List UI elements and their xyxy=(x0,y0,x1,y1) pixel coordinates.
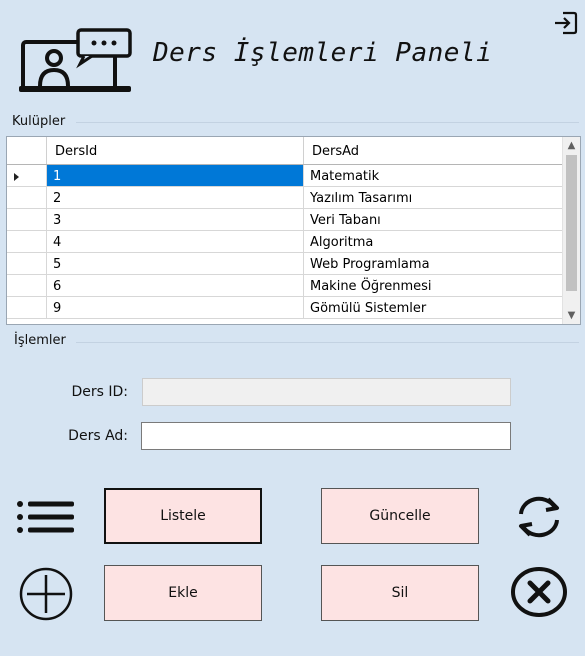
cell-dersad[interactable]: Matematik xyxy=(304,165,563,187)
ders-ad-label: Ders Ad: xyxy=(68,428,128,444)
cell-dersad[interactable]: Veri Tabanı xyxy=(304,209,563,231)
ders-ad-field[interactable] xyxy=(141,422,511,450)
clubs-group-label: Kulüpler xyxy=(12,114,66,129)
add-circle-icon[interactable] xyxy=(18,566,74,622)
scroll-up-icon[interactable]: ▲ xyxy=(563,137,580,154)
cell-dersad[interactable]: Web Programlama xyxy=(304,253,563,275)
operations-group-label: İşlemler xyxy=(14,333,66,348)
row-header[interactable] xyxy=(7,209,47,231)
column-header-dersad[interactable]: DersAd xyxy=(304,137,563,164)
cell-dersad[interactable]: Makine Öğrenmesi xyxy=(304,275,563,297)
table-row[interactable]: 9 Gömülü Sistemler xyxy=(7,297,563,319)
cell-dersad[interactable]: Algoritma xyxy=(304,231,563,253)
cell-dersid[interactable]: 4 xyxy=(47,231,304,253)
clubs-group-divider xyxy=(76,122,579,123)
ders-id-label: Ders ID: xyxy=(71,384,128,400)
ekle-button[interactable]: Ekle xyxy=(104,565,262,621)
cell-dersid[interactable]: 6 xyxy=(47,275,304,297)
current-row-arrow-icon xyxy=(14,173,19,181)
page-title: Ders İşlemleri Paneli xyxy=(153,38,493,68)
cell-dersid[interactable]: 1 xyxy=(47,165,304,187)
cell-dersid[interactable]: 3 xyxy=(47,209,304,231)
table-row[interactable]: 5 Web Programlama xyxy=(7,253,563,275)
row-header[interactable] xyxy=(7,231,47,253)
row-header[interactable] xyxy=(7,275,47,297)
cell-dersid[interactable]: 9 xyxy=(47,297,304,319)
row-header[interactable] xyxy=(7,187,47,209)
list-icon[interactable] xyxy=(16,498,76,536)
courses-grid[interactable]: DersId DersAd 1 Matematik 2 Yazılım Tasarım… xyxy=(6,136,581,325)
row-header[interactable] xyxy=(7,253,47,275)
exit-icon[interactable] xyxy=(553,10,579,36)
cell-dersad[interactable]: Gömülü Sistemler xyxy=(304,297,563,319)
cell-dersid[interactable]: 5 xyxy=(47,253,304,275)
sil-button[interactable]: Sil xyxy=(321,565,479,621)
row-header[interactable] xyxy=(7,165,47,187)
table-row[interactable]: 4 Algoritma xyxy=(7,231,563,253)
table-row[interactable]: 2 Yazılım Tasarımı xyxy=(7,187,563,209)
table-row[interactable]: 3 Veri Tabanı xyxy=(7,209,563,231)
row-header[interactable] xyxy=(7,297,47,319)
table-row[interactable]: 1 Matematik xyxy=(7,165,563,187)
column-header-dersid[interactable]: DersId xyxy=(47,137,304,164)
guncelle-button[interactable]: Güncelle xyxy=(321,488,479,544)
cell-dersad[interactable]: Yazılım Tasarımı xyxy=(304,187,563,209)
grid-vertical-scrollbar[interactable]: ▲ ▼ xyxy=(562,137,580,324)
grid-header: DersId DersAd xyxy=(7,137,563,165)
scroll-down-icon[interactable]: ▼ xyxy=(563,307,580,324)
operations-group-divider xyxy=(76,342,579,343)
grid-corner xyxy=(7,137,47,164)
delete-circle-icon[interactable] xyxy=(510,566,568,618)
cell-dersid[interactable]: 2 xyxy=(47,187,304,209)
listele-button[interactable]: Listele xyxy=(104,488,262,544)
refresh-icon[interactable] xyxy=(512,494,566,540)
table-row[interactable]: 6 Makine Öğrenmesi xyxy=(7,275,563,297)
scrollbar-thumb[interactable] xyxy=(566,155,577,291)
logo-icon xyxy=(18,28,133,94)
ders-id-field[interactable] xyxy=(142,378,511,406)
